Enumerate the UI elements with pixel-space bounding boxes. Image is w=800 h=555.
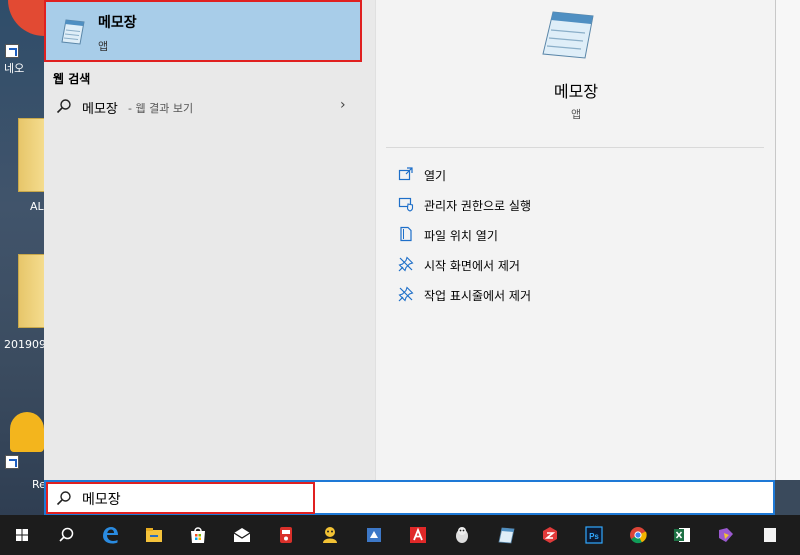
- file-explorer-icon[interactable]: [132, 515, 176, 555]
- best-match-result[interactable]: 메모장 앱: [44, 0, 362, 62]
- web-search-heading: 웹 검색: [53, 72, 91, 86]
- search-icon: [56, 491, 71, 506]
- desktop-label: AL: [30, 200, 44, 213]
- desktop-label: 201909: [4, 338, 46, 351]
- windows-start-icon[interactable]: [0, 515, 44, 555]
- app-yellow-icon[interactable]: [308, 515, 352, 555]
- open-icon: [398, 167, 413, 181]
- acrobat-icon[interactable]: [396, 515, 440, 555]
- web-search-suffix: - 웹 결과 보기: [128, 102, 194, 115]
- web-search-result[interactable]: 메모장 - 웹 결과 보기 ›: [44, 94, 362, 118]
- search-box[interactable]: 메모장: [44, 480, 775, 515]
- app-blue-icon[interactable]: [352, 515, 396, 555]
- notepad-icon[interactable]: [484, 515, 528, 555]
- taskbar: Ps: [0, 515, 800, 555]
- action-label: 작업 표시줄에서 제거: [424, 289, 531, 303]
- action-open-file-location[interactable]: 파일 위치 열기: [398, 225, 758, 245]
- best-match-title: 메모장: [98, 15, 137, 31]
- admin-run-icon: [398, 197, 414, 212]
- desktop-window-edge: [775, 0, 800, 480]
- app-title: 메모장: [553, 82, 599, 101]
- unpin-start-icon: [398, 256, 414, 272]
- app-red-icon[interactable]: [264, 515, 308, 555]
- action-run-as-admin[interactable]: 관리자 권한으로 실행: [398, 195, 758, 215]
- app-red2-icon[interactable]: [528, 515, 572, 555]
- mail-icon[interactable]: [220, 515, 264, 555]
- app-type: 앱: [570, 108, 582, 121]
- app-white-icon[interactable]: [748, 515, 792, 555]
- notepad-large-icon: [542, 11, 594, 59]
- photoshop-icon[interactable]: Ps: [572, 515, 616, 555]
- search-input[interactable]: 메모장: [82, 489, 121, 509]
- chevron-right-icon: ›: [340, 97, 346, 113]
- desktop-label: 네오: [4, 62, 25, 75]
- results-pane: 메모장 앱 웹 검색 메모장 - 웹 결과 보기 ›: [44, 0, 375, 480]
- file-location-icon: [400, 226, 412, 242]
- shortcut-arrow-icon: [5, 455, 19, 469]
- folder-icon[interactable]: [18, 118, 44, 192]
- notepad-icon: [61, 19, 85, 45]
- action-label: 관리자 권한으로 실행: [424, 199, 531, 213]
- action-unpin-start[interactable]: 시작 화면에서 제거: [398, 255, 758, 275]
- unpin-taskbar-icon: [398, 286, 414, 302]
- action-label: 열기: [424, 169, 447, 183]
- action-label: 파일 위치 열기: [424, 229, 498, 243]
- divider: [386, 147, 764, 148]
- action-label: 시작 화면에서 제거: [424, 259, 520, 273]
- desktop-background: 네오 AL 201909 Re: [0, 0, 46, 515]
- svg-text:Ps: Ps: [589, 532, 599, 541]
- chrome-desktop-icon[interactable]: [8, 0, 44, 36]
- store-icon[interactable]: [176, 515, 220, 555]
- start-menu: 메모장 앱 웹 검색 메모장 - 웹 결과 보기 › 메모장 앱 열기 관리자 …: [44, 0, 775, 480]
- details-pane: 메모장 앱 열기 관리자 권한으로 실행 파일 위치 열기 시작 화면에서 제거…: [375, 0, 775, 480]
- app-purple-icon[interactable]: [704, 515, 748, 555]
- search-icon[interactable]: [44, 515, 88, 555]
- web-search-query: 메모장: [82, 102, 118, 117]
- hardhat-app-icon[interactable]: [10, 412, 44, 452]
- edge-icon[interactable]: [88, 515, 132, 555]
- excel-icon[interactable]: [660, 515, 704, 555]
- action-open[interactable]: 열기: [398, 165, 758, 185]
- shortcut-arrow-icon: [5, 44, 19, 58]
- app-penguin-icon[interactable]: [440, 515, 484, 555]
- best-match-subtitle: 앱: [98, 40, 109, 53]
- folder-icon[interactable]: [18, 254, 44, 328]
- search-icon: [56, 99, 71, 114]
- chrome-icon[interactable]: [616, 515, 660, 555]
- action-unpin-taskbar[interactable]: 작업 표시줄에서 제거: [398, 285, 758, 305]
